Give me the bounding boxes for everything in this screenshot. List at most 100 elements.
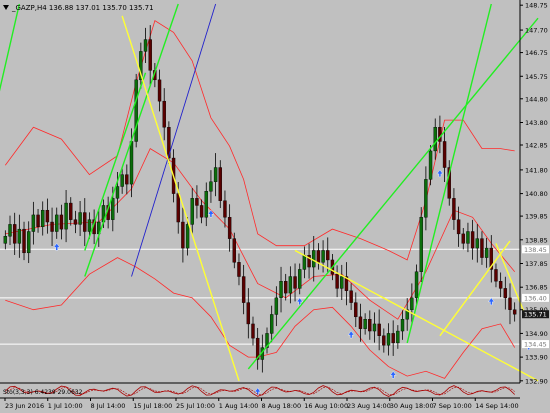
candle-body [246,302,251,325]
candle-body [218,167,222,201]
candle-body [17,228,22,244]
time-tick-label: 15 Jul 18:00 [133,402,172,410]
candle-body [204,191,208,218]
candle-body [484,247,489,258]
candle-body [386,333,391,346]
time-tick-label: 14 Sep 14:00 [475,402,518,410]
candle-body [321,250,325,263]
candle-body [209,181,213,192]
candle-body [115,186,120,199]
candle-body [237,262,241,277]
candle-body [59,214,64,230]
candle-body [213,167,218,182]
candle-body [3,236,8,244]
candle-body [382,335,386,346]
candle-body [475,238,479,249]
time-tick-label: 1 Jul 10:00 [48,402,83,410]
price-tick-label: 139.85 [525,213,548,221]
candle-body [456,219,461,235]
candle-body [134,79,138,142]
candle-body [27,231,31,254]
oscillator-label: Sto(3,3,3) 6.4239 29.0632 [3,389,83,396]
candle-body [241,276,246,303]
level-label: 136.40 [524,294,547,302]
candle-body [326,250,330,261]
candle-body [368,318,372,332]
candle-body [8,224,12,237]
candle-body [480,238,484,258]
price-tick-label: 134.90 [525,330,548,338]
candle-body [372,323,377,332]
price-tick-label: 148.75 [525,2,548,10]
price-tick-label: 133.90 [525,354,548,362]
candle [419,207,423,282]
candle-body [508,297,512,310]
time-tick-label: 7 Sep 10:00 [433,402,472,410]
candle-body [284,281,288,294]
time-tick-label: 23 Jun 2016 [5,402,44,410]
candle-body [340,276,344,289]
candle-body [466,231,470,244]
candle-body [31,214,36,232]
candle-body [185,224,190,249]
candle-body [400,318,405,332]
chart-background [0,0,550,413]
price-tick-label: 142.85 [525,142,548,150]
candle-body [503,288,508,299]
candle-body [120,174,124,187]
candle-body [442,141,447,168]
time-tick-label: 1 Aug 14:00 [219,402,259,410]
candle [428,145,433,186]
time-tick-label: 23 Aug 14:00 [347,402,391,410]
candle-body [12,224,17,244]
price-tick-label: 143.80 [525,119,548,127]
price-tick-label: 144.80 [525,95,548,103]
candle-body [316,250,321,263]
time-tick-label: 8 Jul 14:00 [91,402,126,410]
candle-body [335,273,339,289]
candle-body [424,179,428,218]
candle-body [354,302,358,318]
candle-body [45,209,50,223]
candle-body [181,221,185,249]
candle-body [414,271,419,299]
price-tick-label: 145.75 [525,73,548,81]
price-tick-label: 141.80 [525,166,548,174]
candle-body [452,198,456,220]
candle-body [157,79,162,102]
candle-body [125,174,129,185]
chart-window: 148.75 147.70 146.75 145.75 144.80 143.80 142.… [0,0,550,413]
candle-body [461,233,465,244]
level-label: 138.45 [524,246,547,254]
candle-body [190,198,194,225]
candle-body [498,281,503,289]
candle-body [148,39,152,71]
candle-body [298,269,302,289]
candle-body [279,281,283,299]
candle-body [391,333,395,344]
time-tick-label: 8 Aug 18:00 [262,402,302,410]
price-tick-label: 147.70 [525,27,548,35]
level-label: 134.45 [524,341,547,349]
candle-body [410,297,414,310]
candle-body [377,323,381,336]
candle-body [162,100,166,128]
candle-body [363,318,367,329]
price-tick-label: 137.85 [525,260,548,268]
candle-body [293,276,297,289]
price-tick-label: 132.90 [525,377,548,385]
candle-body [494,269,498,282]
candle-body [41,209,45,227]
candle-body [199,205,204,218]
candle-body [78,212,82,225]
chart-canvas[interactable]: 148.75 147.70 146.75 145.75 144.80 143.80 142.… [0,0,550,413]
candle-body [358,316,363,329]
candle-body [22,228,26,254]
candle-body [55,214,59,232]
candle-body [288,276,293,294]
candle-body [269,314,274,334]
price-tick-label: 140.80 [525,190,548,198]
candle-body [312,250,316,268]
price-tick-label: 146.75 [525,49,548,57]
candle-body [83,212,87,232]
